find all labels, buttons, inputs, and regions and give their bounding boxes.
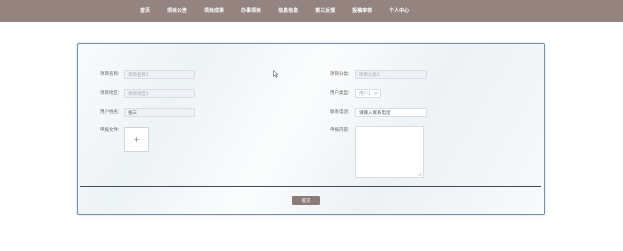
project-category-input[interactable]: 项目分类1 [355,70,427,79]
content-textarea[interactable] [355,126,424,178]
user-name-input[interactable]: 张三 [124,108,195,117]
contact-phone-label: 联系电话: [330,110,350,115]
project-name-label: 项目名称: [100,72,120,77]
upload-file-label: 申报文件: [100,128,120,133]
nav-item-home[interactable]: 首页 [140,0,150,22]
plus-icon: + [133,135,140,144]
nav-item-feedback[interactable]: 第三反馈 [315,0,335,22]
nav-menu: 首页 项目公告 项目成果 办事项目 信息信息 第三反馈 投稿审核 个人中心 [140,0,409,22]
nav-item-announcements[interactable]: 项目公告 [167,0,187,22]
resize-handle-icon[interactable] [418,172,422,176]
nav-item-profile[interactable]: 个人中心 [389,0,409,22]
project-area-input[interactable]: 项目地区1 [124,89,195,98]
submit-button[interactable]: 提交 [292,196,320,205]
nav-item-services[interactable]: 办事项目 [241,0,261,22]
user-type-select[interactable]: 用户1 [355,89,381,98]
chevron-down-icon [373,92,378,95]
form-divider [80,186,541,188]
file-upload-box[interactable]: + [124,127,149,152]
user-type-label: 用户类型: [330,91,350,96]
project-category-label: 项目分类: [330,72,350,77]
nav-item-results[interactable]: 项目成果 [204,0,224,22]
user-name-label: 用户姓名: [100,110,120,115]
top-navigation-bar: 首页 项目公告 项目成果 办事项目 信息信息 第三反馈 投稿审核 个人中心 [0,0,623,22]
nav-item-info[interactable]: 信息信息 [278,0,298,22]
project-area-label: 项目地区: [100,91,120,96]
mouse-cursor-icon [273,70,279,78]
nav-item-review[interactable]: 投稿审核 [352,0,372,22]
content-label: 申报内容: [330,128,350,133]
contact-phone-input[interactable]: 请输入联系电话 [355,108,427,117]
project-name-input[interactable]: 项目名称1 [124,70,195,79]
